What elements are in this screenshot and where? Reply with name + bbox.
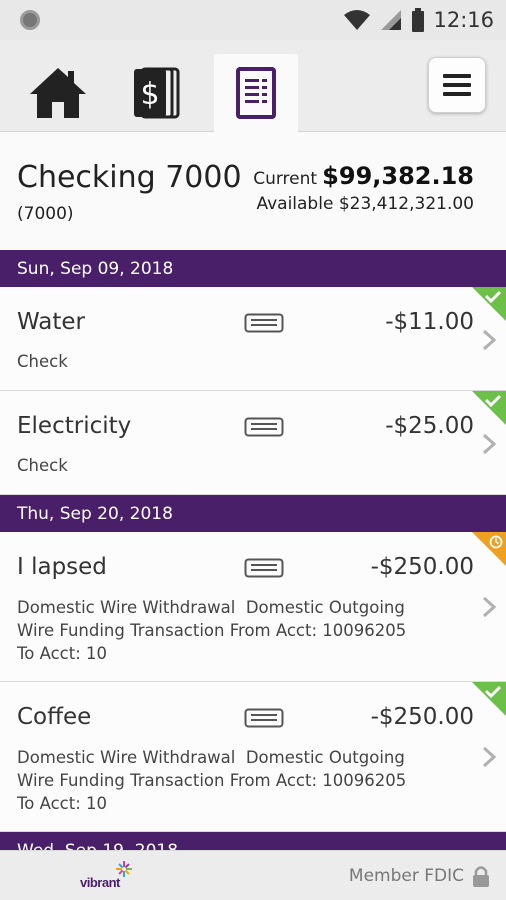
signal-icon xyxy=(381,10,402,30)
member-fdic-text: Member FDIC xyxy=(348,866,464,886)
available-balance-value: $23,412,321.00 xyxy=(338,194,474,214)
check-card-icon xyxy=(244,417,284,437)
account-number: (7000) xyxy=(17,204,74,224)
cleared-status-icon xyxy=(472,682,506,716)
transaction-description: Check xyxy=(17,352,68,371)
transaction-description: Domestic Wire Withdrawal Domestic Outgoi… xyxy=(17,746,406,815)
date-header: Sun, Sep 09, 2018 xyxy=(0,250,506,287)
date-header: Thu, Sep 20, 2018 xyxy=(0,495,506,532)
accounts-dollar-icon: $ xyxy=(134,67,180,119)
transaction-list[interactable]: Sun, Sep 09, 2018 Water Check -$11.00 El… xyxy=(0,250,506,850)
transaction-amount: -$250.00 xyxy=(370,704,474,730)
check-card-icon xyxy=(244,708,284,728)
available-balance-label: Available xyxy=(256,194,334,214)
menu-button[interactable] xyxy=(428,57,486,113)
check-card-icon xyxy=(244,558,284,578)
lock-icon xyxy=(473,866,489,887)
hamburger-menu-icon xyxy=(443,74,471,96)
transaction-title: Water xyxy=(17,309,85,335)
chevron-right-icon xyxy=(482,433,496,455)
home-icon xyxy=(30,68,86,118)
account-balances: Current $99,382.18 Available $23,412,321… xyxy=(253,162,474,214)
vibrant-logo-text: vibrant xyxy=(80,875,120,890)
tab-home[interactable] xyxy=(16,54,100,132)
transaction-row[interactable]: I lapsed Domestic Wire Withdrawal Domest… xyxy=(0,532,506,682)
tab-transactions[interactable] xyxy=(214,54,298,132)
cleared-status-icon xyxy=(472,391,506,425)
transaction-row[interactable]: Coffee Domestic Wire Withdrawal Domestic… xyxy=(0,682,506,832)
transaction-title: I lapsed xyxy=(17,554,107,580)
cleared-status-icon xyxy=(472,287,506,321)
transaction-title: Coffee xyxy=(17,704,92,730)
current-balance-label: Current xyxy=(253,169,318,189)
transaction-description-line: Wire Funding Transaction From Acct: 1009… xyxy=(17,771,407,790)
transaction-description-line: Wire Funding Transaction From Acct: 1009… xyxy=(17,621,407,640)
current-balance-value: $99,382.18 xyxy=(322,162,474,190)
transaction-amount: -$250.00 xyxy=(370,554,474,580)
chevron-right-icon xyxy=(482,329,496,351)
pending-status-icon xyxy=(472,532,506,566)
transactions-document-icon xyxy=(236,67,276,119)
notification-dot-icon xyxy=(20,10,40,30)
status-bar: 12:16 xyxy=(0,0,506,40)
status-time: 12:16 xyxy=(433,8,494,32)
transaction-amount: -$11.00 xyxy=(385,309,474,335)
transaction-row[interactable]: Water Check -$11.00 xyxy=(0,287,506,391)
transaction-description: Domestic Wire Withdrawal Domestic Outgoi… xyxy=(17,596,406,665)
transaction-description-line: To Acct: 10 xyxy=(17,794,108,813)
footer: vibrant Member FDIC xyxy=(0,850,506,900)
transaction-description-line: Domestic Wire Withdrawal Domestic Outgoi… xyxy=(17,748,405,767)
chevron-right-icon xyxy=(482,596,496,618)
transaction-title: Electricity xyxy=(17,413,132,439)
status-icons: 12:16 xyxy=(343,6,494,34)
transaction-description-line: To Acct: 10 xyxy=(17,644,108,663)
wifi-icon xyxy=(344,10,371,30)
tab-accounts[interactable]: $ xyxy=(116,54,200,132)
transaction-row[interactable]: Electricity Check -$25.00 xyxy=(0,391,506,495)
top-navigation: $ xyxy=(0,40,506,132)
transaction-amount: -$25.00 xyxy=(385,413,474,439)
battery-icon xyxy=(412,8,425,32)
transaction-description: Check xyxy=(17,456,68,475)
account-name: Checking 7000 xyxy=(17,160,242,195)
transaction-description-line: Domestic Wire Withdrawal Domestic Outgoi… xyxy=(17,598,405,617)
check-card-icon xyxy=(244,313,284,333)
chevron-right-icon xyxy=(482,746,496,768)
date-header: Wed, Sep 19, 2018 xyxy=(0,832,506,850)
account-summary: Checking 7000 (7000) Current $99,382.18 … xyxy=(0,132,506,250)
svg-text:$: $ xyxy=(140,77,159,112)
